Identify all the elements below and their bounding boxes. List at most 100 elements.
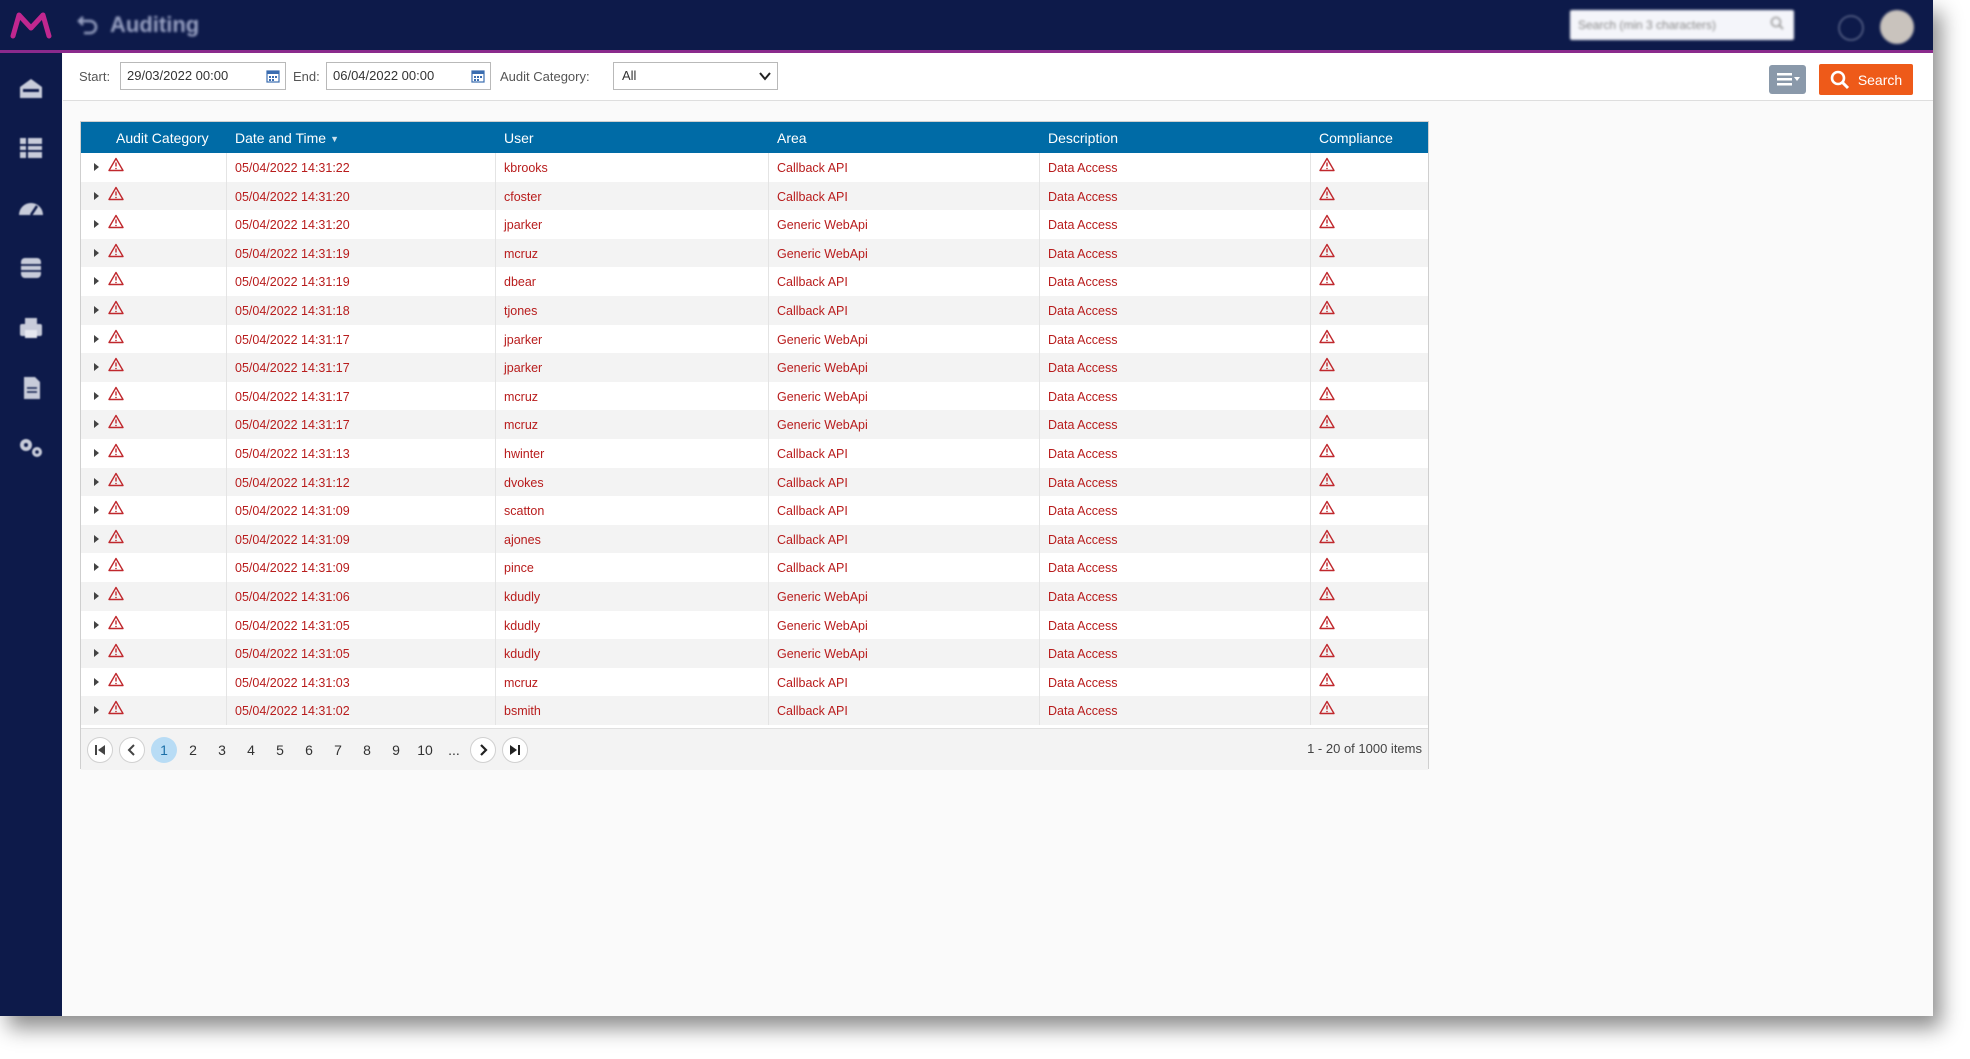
table-row[interactable]: 05/04/2022 14:31:12 dvokes Callback API Dat… (81, 467, 1428, 497)
last-page-button[interactable] (502, 737, 528, 763)
table-row[interactable]: 05/04/2022 14:31:17 mcruz Generic WebApi Da… (81, 381, 1428, 411)
sidebar-item-dashboard[interactable] (16, 195, 46, 221)
chevron-left-icon (127, 744, 135, 756)
table-row[interactable]: 05/04/2022 14:31:22 kbrooks Callback API Da… (81, 153, 1428, 182)
table-row[interactable]: 05/04/2022 14:31:20 jparker Generic WebApi… (81, 210, 1428, 239)
table-row[interactable]: 05/04/2022 14:31:20 cfoster Callback API Da… (81, 181, 1428, 211)
sort-descending-icon: ▼ (330, 134, 339, 145)
brand-logo-icon[interactable] (10, 10, 52, 40)
next-page-button[interactable] (470, 737, 496, 763)
column-header-user[interactable]: User (504, 130, 534, 146)
expand-row-icon[interactable] (94, 334, 99, 343)
column-header-area[interactable]: Area (777, 130, 807, 146)
column-divider (768, 639, 769, 668)
table-row[interactable]: 05/04/2022 14:31:19 dbear Callback API Data… (81, 267, 1428, 296)
table-row[interactable]: 05/04/2022 14:31:17 jparker Generic WebApi… (81, 324, 1428, 354)
expand-row-icon[interactable] (94, 677, 99, 686)
expand-row-icon[interactable] (94, 563, 99, 572)
column-divider (495, 439, 496, 468)
table-row[interactable]: 05/04/2022 14:31:17 mcruz Generic WebApi Da… (81, 410, 1428, 439)
sidebar-item-printer[interactable] (16, 315, 46, 341)
calendar-icon[interactable] (266, 69, 280, 83)
column-header-date-and-time[interactable]: Date and Time ▼ (235, 130, 339, 146)
warning-icon (108, 472, 124, 486)
column-divider (1039, 267, 1040, 296)
help-icon[interactable] (1838, 15, 1864, 41)
page-number-button[interactable]: 5 (267, 737, 293, 763)
sidebar-item-documents[interactable] (16, 375, 46, 401)
sidebar-item-home[interactable] (16, 75, 46, 101)
page-number-button[interactable]: 2 (180, 737, 206, 763)
sidebar-item-database[interactable] (16, 255, 46, 281)
sidebar-item-settings[interactable] (16, 435, 46, 461)
table-row[interactable]: 05/04/2022 14:31:05 kdudly Generic WebApi D… (81, 610, 1428, 640)
avatar[interactable] (1880, 10, 1914, 44)
warning-icon (1319, 386, 1335, 400)
expand-row-icon[interactable] (94, 592, 99, 600)
previous-page-button[interactable] (119, 737, 145, 763)
calendar-icon[interactable] (471, 69, 485, 83)
expand-row-icon[interactable] (94, 391, 99, 400)
table-row[interactable]: 05/04/2022 14:31:19 mcruz Generic WebApi Da… (81, 238, 1428, 268)
start-date-input[interactable]: 29/03/2022 00:00 (120, 62, 286, 90)
table-row[interactable]: 05/04/2022 14:31:06 kdudly Generic WebApi D… (81, 582, 1428, 611)
column-header-compliance[interactable]: Compliance (1319, 130, 1393, 146)
expand-row-icon[interactable] (94, 306, 99, 314)
table-row[interactable]: 05/04/2022 14:31:09 ajones Callback API Dat… (81, 524, 1428, 554)
user-cell: bsmith (504, 704, 541, 719)
column-header-audit-category[interactable]: Audit Category (116, 130, 209, 146)
back-arrow-icon[interactable] (76, 13, 100, 37)
column-divider (1039, 439, 1040, 468)
audit-category-select[interactable]: All (613, 62, 778, 90)
page-number-button[interactable]: 9 (383, 737, 409, 763)
expand-row-icon[interactable] (94, 277, 99, 286)
table-row[interactable]: 05/04/2022 14:31:17 jparker Generic WebApi… (81, 353, 1428, 382)
sidebar-item-list[interactable] (16, 135, 46, 161)
expand-row-icon[interactable] (94, 420, 99, 429)
column-menu-button[interactable] (1769, 65, 1806, 94)
audit-category-label: Audit Category: (500, 69, 590, 84)
compliance-cell (1319, 639, 1379, 668)
grid-header: Audit Category Date and Time ▼ User Area … (81, 122, 1428, 153)
warning-icon (1319, 214, 1335, 229)
table-row[interactable]: 05/04/2022 14:31:13 hwinter Callback API Da… (81, 439, 1428, 468)
global-search-input[interactable]: Search (min 3 characters) (1570, 10, 1794, 40)
page-number-button[interactable]: 3 (209, 737, 235, 763)
table-row[interactable]: 05/04/2022 14:31:09 scatton Callback API Da… (81, 496, 1428, 525)
column-divider (1310, 210, 1311, 239)
expand-row-icon[interactable] (94, 620, 99, 629)
expand-row-icon[interactable] (94, 534, 99, 543)
table-row[interactable]: 05/04/2022 14:31:03 mcruz Callback API Data… (81, 667, 1428, 697)
search-button[interactable]: Search (1819, 64, 1913, 95)
expand-row-icon[interactable] (94, 363, 99, 372)
page-number-button[interactable]: 6 (296, 737, 322, 763)
expand-row-icon[interactable] (94, 506, 99, 515)
page-number-button[interactable]: 10 (412, 737, 438, 763)
page-more-button[interactable]: ... (441, 737, 467, 763)
page-number-button[interactable]: 1 (151, 737, 177, 763)
first-page-button[interactable] (87, 737, 113, 763)
table-row[interactable]: 05/04/2022 14:31:09 pince Callback API Data… (81, 553, 1428, 582)
expand-row-icon[interactable] (94, 191, 99, 200)
expand-row-icon[interactable] (94, 449, 99, 457)
warning-icon (108, 357, 124, 372)
page-number-button[interactable]: 4 (238, 737, 264, 763)
expand-row-icon[interactable] (94, 248, 99, 257)
column-divider (226, 667, 227, 697)
user-cell: kdudly (504, 647, 541, 662)
page-number-button[interactable]: 8 (354, 737, 380, 763)
column-header-description[interactable]: Description (1048, 130, 1118, 146)
end-date-input[interactable]: 06/04/2022 00:00 (326, 62, 491, 90)
home-icon (20, 79, 42, 98)
search-icon (1770, 16, 1784, 30)
page-number-button[interactable]: 7 (325, 737, 351, 763)
expand-row-icon[interactable] (94, 477, 99, 486)
expand-row-icon[interactable] (94, 706, 99, 715)
table-row[interactable]: 05/04/2022 14:31:02 bsmith Callback API Dat… (81, 696, 1428, 725)
expand-row-icon[interactable] (94, 649, 99, 658)
column-divider (226, 238, 227, 268)
expand-row-icon[interactable] (94, 220, 99, 229)
table-row[interactable]: 05/04/2022 14:31:18 tjones Callback API Dat… (81, 296, 1428, 325)
expand-row-icon[interactable] (94, 163, 99, 171)
table-row[interactable]: 05/04/2022 14:31:05 kdudly Generic WebApi D… (81, 639, 1428, 668)
